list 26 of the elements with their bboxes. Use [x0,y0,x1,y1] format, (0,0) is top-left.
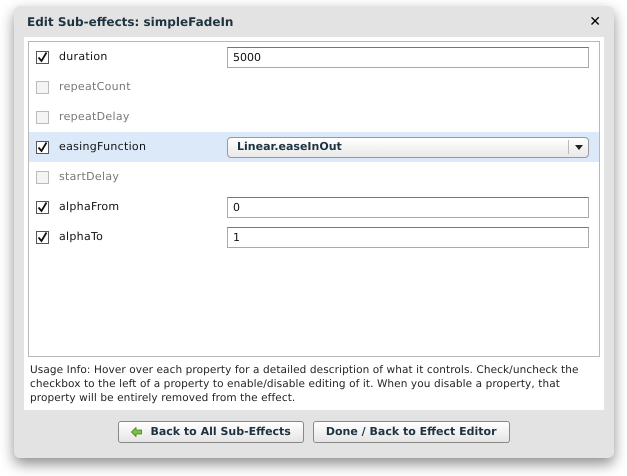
property-label: repeatCount [59,78,132,95]
checkbox[interactable] [36,230,49,244]
checkbox[interactable] [36,140,49,154]
window-title: Edit Sub-effects: simpleFadeIn [27,14,234,30]
property-label: alphaFrom [59,198,120,215]
property-label: easingFunction [59,138,148,155]
property-label: startDelay [59,168,120,185]
checkbox[interactable] [36,80,49,94]
property-label: duration [59,48,109,65]
back-button[interactable]: Back to All Sub-Effects [118,421,304,443]
checkbox[interactable] [36,170,49,184]
dropdown-arrow-icon [574,144,582,150]
input-field[interactable]: 1 [227,226,589,248]
done-button[interactable]: Done / Back to Effect Editor [312,421,510,443]
property-label: repeatDelay [59,108,131,125]
input-field[interactable]: 5000 [227,46,589,68]
selected-row[interactable]: easingFunction Linear.easeInOut [29,132,599,162]
input-field[interactable]: 0 [227,196,589,218]
property-label: alphaTo [59,228,104,245]
close-button[interactable]: ✕ [589,14,601,28]
dropdown[interactable]: Linear.easeInOut [227,136,589,158]
usage-info-text: Usage Info: Hover over each property for a detailed description of what it controls. Check/uncheck the checkbox to the left of a property to enable/disable editing of it. When you disable a property, that property will be entirely removed from the effect. [29,363,580,405]
checkbox[interactable] [36,50,49,64]
checkbox[interactable] [36,110,49,124]
checkbox[interactable] [36,200,49,214]
left-arrow-icon [131,427,142,437]
